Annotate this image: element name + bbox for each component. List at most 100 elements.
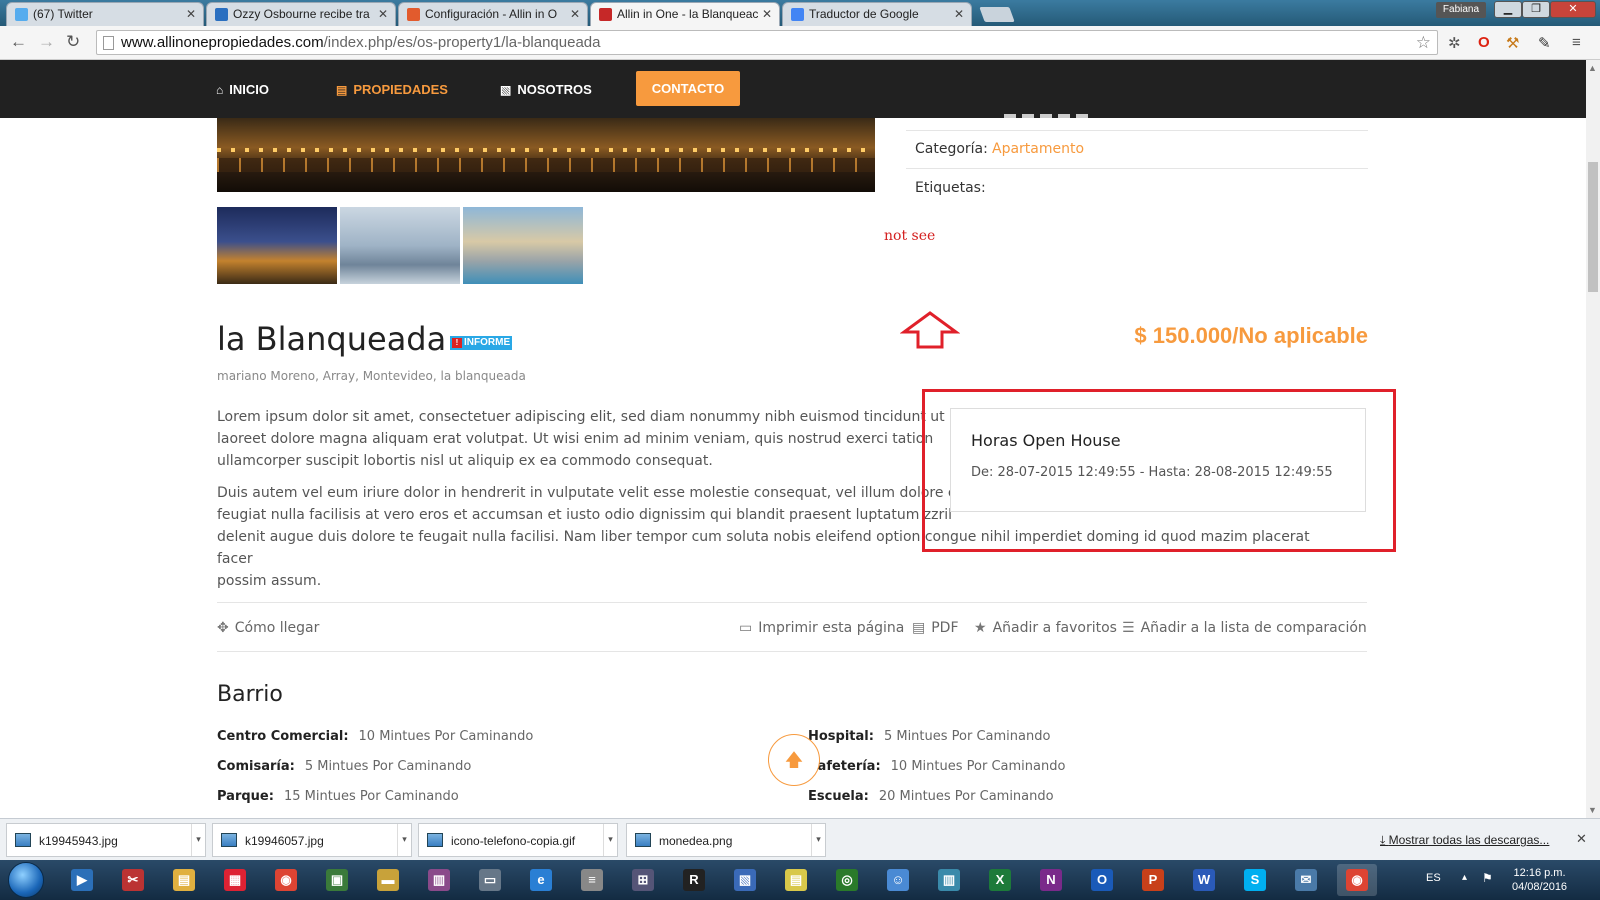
tab-label: Ozzy Osbourne recibe tra bbox=[233, 7, 370, 21]
taskbar-button[interactable]: ▤ bbox=[164, 864, 204, 896]
chevron-down-icon[interactable]: ▾ bbox=[191, 824, 205, 856]
download-item[interactable]: k19945943.jpg ▾ bbox=[6, 823, 206, 857]
flag-icon[interactable]: ⚑ bbox=[1482, 871, 1493, 885]
taskbar-button[interactable]: ◉ bbox=[1337, 864, 1377, 896]
start-button[interactable] bbox=[8, 862, 44, 898]
browser-tab[interactable]: (67) Twitter ✕ bbox=[6, 2, 204, 26]
taskbar-button[interactable]: e bbox=[521, 864, 561, 896]
taskbar-button[interactable]: R bbox=[674, 864, 714, 896]
amenity-item: Hospital: 5 Mintues Por Caminando bbox=[808, 729, 1050, 744]
annotation-text: not see bbox=[884, 228, 936, 244]
close-icon[interactable]: ✕ bbox=[570, 7, 580, 21]
taskbar-button[interactable]: ◉ bbox=[266, 864, 306, 896]
nav-item-inicio[interactable]: ⌂ INICIO bbox=[216, 82, 269, 97]
taskbar-button[interactable]: P bbox=[1133, 864, 1173, 896]
browser-tab[interactable]: Traductor de Google ✕ bbox=[782, 2, 972, 26]
menu-icon[interactable]: ≡ bbox=[1572, 34, 1581, 51]
compare-link[interactable]: ☰ Añadir a la lista de comparación bbox=[1122, 620, 1367, 636]
close-icon[interactable]: ✕ bbox=[378, 7, 388, 21]
taskbar-button[interactable]: ▦ bbox=[215, 864, 255, 896]
taskbar-button[interactable]: ▣ bbox=[317, 864, 357, 896]
browser-tab[interactable]: Configuración - Allin in O ✕ bbox=[398, 2, 588, 26]
opera-icon[interactable]: O bbox=[1478, 34, 1490, 51]
taskbar-button[interactable]: ▬ bbox=[368, 864, 408, 896]
reload-icon[interactable]: ↻ bbox=[66, 32, 80, 52]
pdf-link[interactable]: ▤ PDF bbox=[912, 620, 959, 636]
profile-button[interactable]: Fabiana bbox=[1436, 2, 1486, 18]
outlook-icon: O bbox=[1091, 869, 1113, 891]
close-icon[interactable]: ✕ bbox=[1576, 831, 1587, 847]
download-item[interactable]: k19946057.jpg ▾ bbox=[212, 823, 412, 857]
taskbar-button[interactable]: N bbox=[1031, 864, 1071, 896]
close-icon[interactable]: ✕ bbox=[762, 7, 772, 21]
taskbar-button[interactable]: ▤ bbox=[776, 864, 816, 896]
taskbar-button[interactable]: W bbox=[1184, 864, 1224, 896]
joomla-icon bbox=[407, 8, 420, 21]
extension-hammer-icon[interactable]: ⚒ bbox=[1506, 34, 1519, 52]
amenity-value: 15 Mintues Por Caminando bbox=[283, 789, 459, 804]
property-thumbnail[interactable] bbox=[340, 207, 460, 284]
address-bar[interactable]: www.allinonepropiedades.com/index.php/es… bbox=[96, 30, 1438, 55]
taskbar-button[interactable]: ✉ bbox=[1286, 864, 1326, 896]
image-file-icon bbox=[15, 833, 31, 847]
taskbar-button[interactable]: ▥ bbox=[929, 864, 969, 896]
tray-expand-icon[interactable]: ▴ bbox=[1462, 872, 1467, 883]
scroll-up-icon[interactable]: ▲ bbox=[1588, 63, 1597, 73]
directions-link[interactable]: ✥ Cómo llegar bbox=[217, 620, 319, 636]
new-tab-button[interactable] bbox=[979, 7, 1015, 22]
show-all-downloads-link[interactable]: ⤓ Mostrar todas las descargas... bbox=[1380, 833, 1549, 848]
clock[interactable]: 12:16 p.m. 04/08/2016 bbox=[1512, 866, 1567, 894]
nav-item-nosotros[interactable]: ▧ NOSOTROS bbox=[500, 82, 592, 97]
taskbar-button[interactable]: ▭ bbox=[470, 864, 510, 896]
download-item[interactable]: icono-telefono-copia.gif ▾ bbox=[418, 823, 618, 857]
close-icon[interactable]: ✕ bbox=[186, 7, 196, 21]
download-item[interactable]: monedea.png ▾ bbox=[626, 823, 826, 857]
taskbar-button[interactable]: S bbox=[1235, 864, 1275, 896]
property-thumbnail[interactable] bbox=[217, 207, 337, 284]
page-scrollbar[interactable]: ▲ ▼ bbox=[1586, 60, 1600, 818]
browser-tab[interactable]: Ozzy Osbourne recibe tra ✕ bbox=[206, 2, 396, 26]
restore-button[interactable]: ❐ bbox=[1522, 1, 1550, 18]
extension-pen-icon[interactable]: ✎ bbox=[1538, 34, 1551, 52]
scroll-to-top-button[interactable]: 🡅 bbox=[768, 734, 820, 786]
skype-icon: S bbox=[1244, 869, 1266, 891]
property-thumbnail[interactable] bbox=[463, 207, 583, 284]
taskbar-button[interactable]: ✂ bbox=[113, 864, 153, 896]
report-badge[interactable]: ! INFORME bbox=[450, 336, 513, 350]
taskbar-button[interactable]: ▶ bbox=[62, 864, 102, 896]
scroll-down-icon[interactable]: ▼ bbox=[1588, 805, 1597, 815]
onenote-icon: N bbox=[1040, 869, 1062, 891]
minimize-button[interactable]: ▁ bbox=[1494, 1, 1522, 18]
taskbar-button[interactable]: ≡ bbox=[572, 864, 612, 896]
chevron-down-icon[interactable]: ▾ bbox=[397, 824, 411, 856]
close-window-button[interactable]: ✕ bbox=[1550, 1, 1596, 18]
taskbar-button[interactable]: ▥ bbox=[419, 864, 459, 896]
taskbar-button[interactable]: O bbox=[1082, 864, 1122, 896]
browser-tab-active[interactable]: Allin in One - la Blanqueac ✕ bbox=[590, 2, 780, 26]
close-icon[interactable]: ✕ bbox=[954, 7, 964, 21]
amenity-label: Hospital: bbox=[808, 729, 874, 744]
nav-item-propiedades[interactable]: ▤ PROPIEDADES bbox=[336, 82, 448, 97]
chevron-down-icon[interactable]: ▾ bbox=[811, 824, 825, 856]
taskbar-button[interactable]: ⊞ bbox=[623, 864, 663, 896]
printer-icon: ▭ bbox=[479, 869, 501, 891]
taskbar-button[interactable]: ▧ bbox=[725, 864, 765, 896]
tags-label: Etiquetas: bbox=[915, 180, 986, 196]
bookmark-star-icon[interactable]: ☆ bbox=[1416, 33, 1431, 53]
back-icon[interactable]: ← bbox=[10, 32, 27, 52]
chevron-down-icon[interactable]: ▾ bbox=[603, 824, 617, 856]
contact-button[interactable]: CONTACTO bbox=[636, 71, 740, 106]
language-indicator[interactable]: ES bbox=[1426, 872, 1441, 884]
amenity-item: Cafetería: 10 Mintues Por Caminando bbox=[808, 759, 1065, 774]
move-icon: ✥ bbox=[217, 620, 229, 636]
taskbar-button[interactable]: ◎ bbox=[827, 864, 867, 896]
category-link[interactable]: Apartamento bbox=[992, 141, 1084, 157]
print-link[interactable]: ▭ Imprimir esta página bbox=[739, 620, 904, 636]
favorites-link[interactable]: ★ Añadir a favoritos bbox=[974, 620, 1117, 636]
forward-icon[interactable]: → bbox=[38, 32, 55, 52]
taskbar-button[interactable]: X bbox=[980, 864, 1020, 896]
extension-bug-icon[interactable]: ✲ bbox=[1448, 34, 1461, 52]
scrollbar-thumb[interactable] bbox=[1588, 162, 1598, 292]
property-main-image[interactable] bbox=[217, 118, 875, 192]
taskbar-button[interactable]: ☺ bbox=[878, 864, 918, 896]
